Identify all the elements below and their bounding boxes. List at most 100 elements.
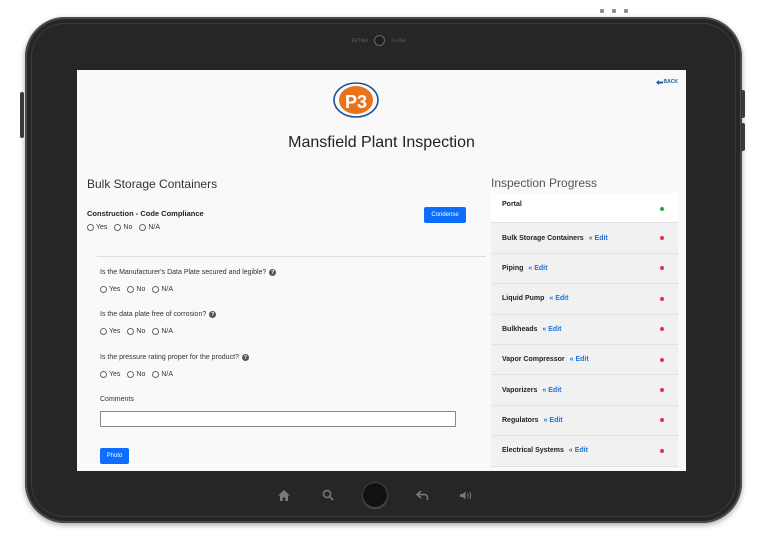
radio-na[interactable]: N/A — [152, 371, 173, 378]
radio-yes[interactable]: Yes — [100, 371, 120, 378]
radio-circle[interactable] — [152, 371, 160, 378]
edit-link[interactable]: « Edit — [570, 356, 589, 363]
question-circle-icon[interactable]: ? — [209, 311, 217, 318]
status-dot — [660, 418, 664, 423]
camera-label-right: FLASH — [391, 38, 406, 43]
radio-na[interactable]: N/A — [152, 286, 173, 293]
p3-logo: P3 — [333, 82, 379, 118]
top-dots — [600, 9, 640, 13]
progress-item-vaporizers[interactable]: Vaporizers « Edit — [491, 375, 678, 406]
comments-input[interactable] — [100, 411, 456, 427]
arrow-left-icon — [655, 79, 663, 85]
app-screen: BACK P3 Mansfield Plant Inspection Bulk … — [77, 70, 686, 471]
progress-item-bulkheads[interactable]: Bulkheads « Edit — [491, 314, 678, 345]
radio-no[interactable]: No — [114, 224, 132, 231]
section-title: Bulk Storage Containers — [87, 177, 218, 191]
radio-circle[interactable] — [100, 286, 107, 293]
radio-na[interactable]: N/A — [139, 224, 160, 231]
edit-link[interactable]: « Edit — [569, 447, 588, 454]
edit-link[interactable]: « Edit — [549, 295, 568, 302]
status-dot — [660, 357, 664, 362]
progress-title: Inspection Progress — [491, 176, 598, 190]
camera-lens — [374, 35, 386, 46]
radio-circle[interactable] — [114, 224, 122, 231]
edit-link[interactable]: « Edit — [542, 387, 561, 394]
progress-item-label: Portal — [502, 201, 522, 208]
question-circle-icon[interactable]: ? — [241, 354, 249, 361]
edit-link[interactable]: « Edit — [589, 235, 608, 242]
back-link[interactable]: BACK — [655, 79, 678, 85]
logo-text: P3 — [345, 92, 367, 112]
status-dot — [660, 327, 664, 332]
radio-circle[interactable] — [100, 328, 107, 335]
hardware-button-bar — [275, 479, 475, 511]
edit-link[interactable]: « Edit — [542, 326, 561, 333]
tablet-side-button-right-bottom — [741, 123, 745, 151]
section-divider — [97, 256, 486, 257]
progress-item-label: Vaporizers — [502, 386, 538, 394]
radio-circle[interactable] — [100, 371, 107, 378]
tablet-side-button-right-top — [741, 90, 745, 118]
search-icon[interactable] — [319, 486, 337, 504]
radio-circle[interactable] — [127, 371, 135, 378]
progress-item-piping[interactable]: Piping « Edit — [491, 253, 678, 285]
radio-yes[interactable]: Yes — [100, 286, 120, 293]
status-dot — [660, 207, 664, 211]
progress-item-label: Bulk Storage Containers — [502, 234, 584, 242]
status-dot — [660, 296, 664, 301]
tablet-side-button-left — [20, 92, 24, 138]
radio-no[interactable]: No — [127, 328, 145, 335]
status-dot — [660, 236, 664, 241]
radio-circle[interactable] — [152, 286, 160, 293]
progress-item-electrical-systems[interactable]: Electrical Systems « Edit — [491, 436, 678, 467]
volume-icon[interactable] — [457, 486, 475, 504]
progress-item-bulk-storage[interactable]: Bulk Storage Containers « Edit — [491, 223, 678, 254]
question-2-radio-group: Yes No N/A — [100, 328, 173, 335]
progress-item-liquid-pump[interactable]: Liquid Pump « Edit — [491, 284, 678, 315]
home-icon[interactable] — [275, 486, 293, 504]
progress-item-portal[interactable]: Portal — [491, 193, 678, 224]
question-3-radio-group: Yes No N/A — [100, 371, 173, 378]
progress-item-label: Piping — [502, 264, 524, 272]
question-text: Is the Manufacturer's Data Plate secured… — [100, 269, 267, 276]
radio-yes[interactable]: Yes — [100, 328, 120, 335]
progress-item-label: Vapor Compressor — [502, 356, 565, 364]
progress-item-label: Regulators — [502, 416, 539, 424]
radio-circle[interactable] — [152, 328, 160, 335]
status-dot — [660, 388, 664, 393]
question-text: Is the data plate free of corrosion? — [100, 311, 207, 318]
radio-circle[interactable] — [87, 224, 94, 231]
radio-no[interactable]: No — [127, 286, 145, 293]
radio-circle[interactable] — [127, 286, 135, 293]
back-arrow-icon[interactable] — [414, 486, 432, 504]
progress-item-label: Electrical Systems — [502, 447, 564, 455]
front-camera: RETINA FLASH — [352, 35, 406, 46]
photo-button[interactable]: Photo — [100, 448, 129, 464]
radio-no[interactable]: No — [127, 371, 145, 378]
question-3: Is the pressure rating proper for the pr… — [100, 354, 249, 361]
edit-link[interactable]: « Edit — [544, 417, 563, 424]
question-1-radio-group: Yes No N/A — [100, 286, 173, 293]
progress-item-vapor-compressor[interactable]: Vapor Compressor « Edit — [491, 344, 678, 376]
status-dot — [660, 448, 664, 453]
back-label: BACK — [663, 79, 678, 85]
progress-list: Portal Bulk Storage Containers « Edit Pi… — [491, 193, 678, 467]
compliance-radio-group: Yes No N/A — [87, 224, 160, 231]
page-title: Mansfield Plant Inspection — [288, 134, 475, 151]
progress-item-label: Liquid Pump — [502, 295, 545, 303]
comments-label: Comments — [100, 396, 134, 403]
progress-item-label: Bulkheads — [502, 325, 538, 333]
question-1: Is the Manufacturer's Data Plate secured… — [100, 269, 277, 276]
home-button[interactable] — [362, 482, 388, 508]
radio-yes[interactable]: Yes — [87, 224, 107, 231]
edit-link[interactable]: « Edit — [528, 265, 547, 272]
radio-circle[interactable] — [139, 224, 147, 231]
condense-button[interactable]: Condense — [424, 207, 466, 223]
radio-na[interactable]: N/A — [152, 328, 173, 335]
status-dot — [660, 266, 664, 271]
question-text: Is the pressure rating proper for the pr… — [100, 354, 239, 361]
group-title: Construction - Code Compliance — [87, 209, 204, 218]
radio-circle[interactable] — [127, 328, 135, 335]
question-circle-icon[interactable]: ? — [269, 269, 277, 276]
progress-item-regulators[interactable]: Regulators « Edit — [491, 405, 678, 437]
